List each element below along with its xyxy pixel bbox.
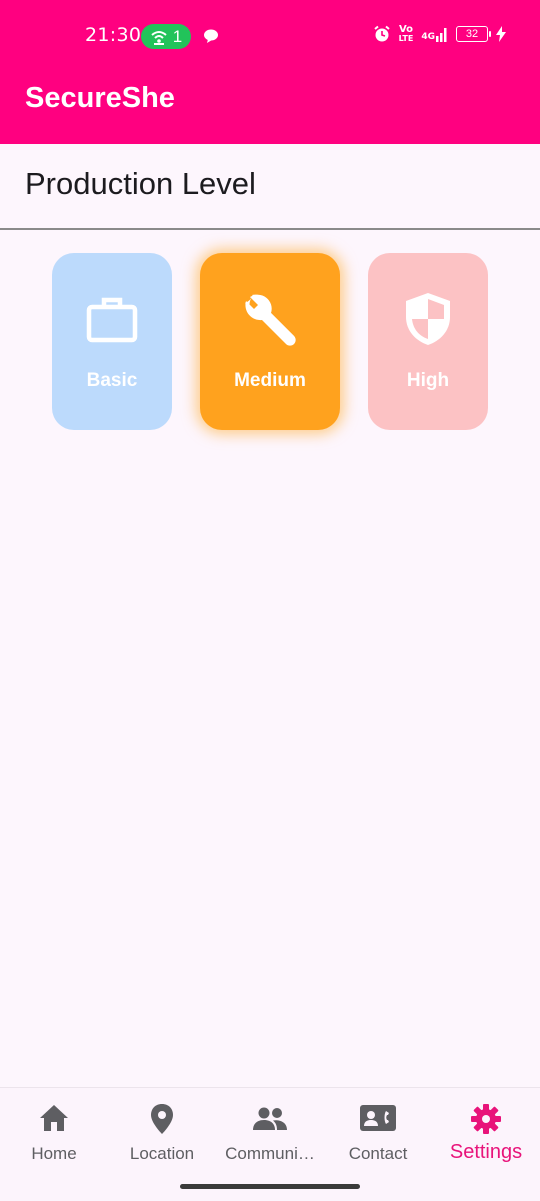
message-bubble-icon xyxy=(204,29,218,43)
status-bar: 21:30 1 Vo LTE 4G 32 xyxy=(0,0,540,72)
nav-item-location[interactable]: Location xyxy=(108,1088,216,1183)
contact-card-icon xyxy=(360,1105,396,1131)
level-label-high: High xyxy=(406,370,450,391)
nav-item-community[interactable]: Communi… xyxy=(216,1088,324,1183)
hotspot-badge: 1 xyxy=(141,24,191,49)
battery-indicator: 32 xyxy=(456,26,491,42)
location-pin-icon xyxy=(151,1104,173,1134)
nav-item-contact[interactable]: Contact xyxy=(324,1088,432,1183)
status-time: 21:30 xyxy=(85,24,142,46)
status-icons: Vo LTE 4G 32 xyxy=(373,25,506,43)
home-icon xyxy=(40,1105,68,1131)
level-card-high[interactable]: High xyxy=(368,253,488,430)
hotspot-count: 1 xyxy=(172,26,183,46)
signal-bars-icon xyxy=(436,28,447,42)
app-title: SecureShe xyxy=(25,82,175,114)
page-title: Production Level xyxy=(25,166,256,201)
volte-indicator: Vo LTE xyxy=(398,24,414,43)
alarm-icon xyxy=(374,25,390,42)
level-card-basic[interactable]: Basic xyxy=(52,253,172,430)
level-card-medium[interactable]: Medium xyxy=(200,253,340,430)
home-indicator xyxy=(180,1184,360,1189)
wrench-icon xyxy=(245,294,296,346)
gear-icon xyxy=(471,1104,501,1134)
hotspot-icon xyxy=(151,30,167,45)
briefcase-icon xyxy=(86,297,138,343)
level-label-medium: Medium xyxy=(234,370,306,391)
app-bar: 21:30 1 Vo LTE 4G 32 SecureShe xyxy=(0,0,540,144)
nav-item-settings[interactable]: Settings xyxy=(432,1088,540,1183)
level-label-basic: Basic xyxy=(86,370,138,391)
nav-item-home[interactable]: Home xyxy=(0,1088,108,1183)
shield-icon xyxy=(406,293,450,345)
divider xyxy=(0,228,540,230)
signal-indicator: 4G xyxy=(421,26,448,42)
charging-bolt-icon xyxy=(496,26,506,42)
people-icon xyxy=(253,1107,287,1130)
